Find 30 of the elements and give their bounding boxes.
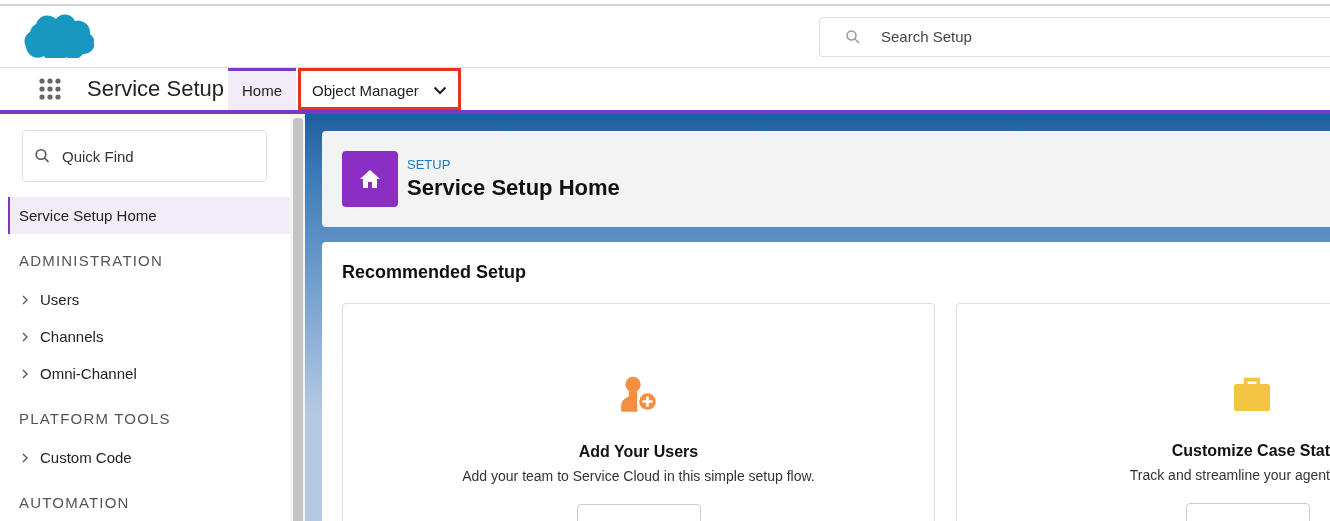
chevron-right-icon: [21, 294, 29, 305]
card-description: Add your team to Service Cloud in this simple setup flow.: [462, 468, 815, 485]
section-heading: ADMINISTRATION: [18, 251, 165, 271]
chevron-right-icon: [21, 368, 29, 379]
chevron-right-icon: [21, 452, 29, 463]
nav-tab[interactable]: Home: [228, 68, 296, 110]
app-name: Service Setup: [87, 76, 225, 102]
section-heading: AUTOMATION: [18, 493, 131, 513]
card-title: Add Your Users: [578, 443, 699, 462]
breadcrumb: SETUP: [407, 157, 452, 172]
sidebar-item[interactable]: Omni-Channel: [0, 355, 290, 392]
card-description: Track and streamline your agent: [1129, 467, 1330, 483]
chevron-right-icon: [21, 331, 29, 342]
sidebar-item[interactable]: Custom Code: [0, 439, 290, 476]
sidebar-item[interactable]: Users: [0, 281, 290, 318]
scrollbar[interactable]: [290, 114, 305, 521]
section-heading: PLATFORM TOOLS: [18, 409, 172, 429]
cloud-logo: [22, 11, 94, 58]
page-title: Service Setup Home: [407, 175, 620, 201]
sidebar-item[interactable]: Service Setup Home: [8, 197, 290, 234]
briefcase-icon: [1231, 376, 1273, 412]
search-field[interactable]: Search Setup: [819, 16, 1330, 57]
quick-find-field[interactable]: Quick Find: [22, 130, 267, 182]
nav-tab[interactable]: Object Manager: [298, 68, 461, 110]
sidebar-item[interactable]: Channels: [0, 318, 290, 355]
card-title: Customize Case Stat: [1171, 442, 1330, 460]
app-launcher-icon[interactable]: [38, 77, 62, 101]
scrollbar-thumb[interactable]: [292, 118, 303, 521]
section-title: Recommended Setup: [342, 262, 528, 283]
home-icon: [342, 151, 398, 207]
